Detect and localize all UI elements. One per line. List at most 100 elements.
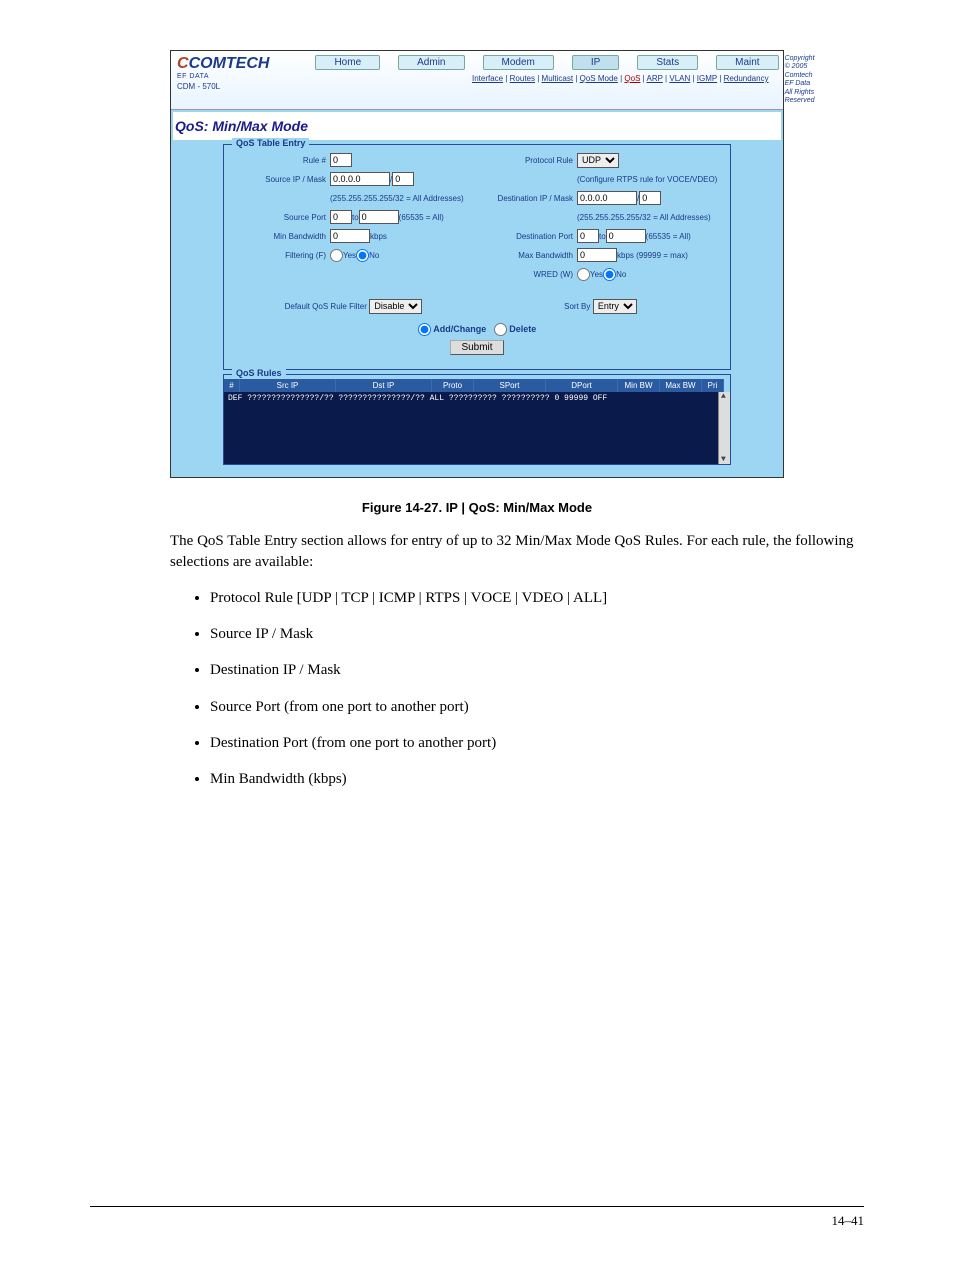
copyright-line: All Rights Reserved	[785, 89, 815, 106]
page-footer: 14–41	[90, 1213, 864, 1229]
content-area: QoS: Min/Max Mode QoS Table Entry Rule #…	[171, 110, 783, 477]
qos-rules-panel: QoS Rules # Src IP Dst IP Proto SPort DP…	[223, 374, 731, 465]
panel-legend: QoS Rules	[232, 368, 286, 378]
add-change-radio[interactable]	[418, 323, 431, 336]
dst-port-a-input[interactable]	[577, 229, 599, 243]
nav-maint[interactable]: Maint	[716, 55, 778, 70]
port-note: (65535 = All)	[646, 232, 691, 241]
add-change-option[interactable]: Add/Change	[418, 324, 487, 334]
min-bw-input[interactable]	[330, 229, 370, 243]
src-mask-input[interactable]	[392, 172, 414, 186]
qos-table-entry-panel: QoS Table Entry Rule # Source IP / Mask …	[223, 144, 731, 370]
sort-by-select[interactable]: Entry	[593, 299, 637, 314]
src-port-label: Source Port	[230, 213, 330, 222]
page-title: QoS: Min/Max Mode	[173, 112, 781, 140]
rules-table-body: DEF ???????????????/?? ???????????????/?…	[224, 392, 730, 464]
dst-port-label: Destination Port	[477, 232, 577, 241]
brand-logo: CCOMTECH EF DATA CDM - 570L	[171, 51, 275, 95]
rules-table-header: # Src IP Dst IP Proto SPort DPort Min BW…	[224, 379, 730, 392]
filter-yes-radio[interactable]	[330, 249, 343, 262]
footer-rule	[90, 1206, 864, 1207]
col-dst-ip: Dst IP	[336, 379, 432, 392]
no-label: No	[616, 270, 626, 279]
nav-home[interactable]: Home	[315, 55, 380, 70]
dst-ip-input[interactable]	[577, 191, 637, 205]
list-item: Destination IP / Mask	[210, 660, 862, 680]
subnav-redundancy[interactable]: Redundancy	[724, 74, 769, 83]
delete-radio[interactable]	[494, 323, 507, 336]
col-min-bw: Min BW	[618, 379, 660, 392]
col-num: #	[224, 379, 240, 392]
dst-mask-input[interactable]	[639, 191, 661, 205]
src-port-b-input[interactable]	[359, 210, 399, 224]
ip-note: (255.255.255.255/32 = All Addresses)	[330, 194, 464, 203]
max-note: kbps (99999 = max)	[617, 251, 688, 260]
app-header: CCOMTECH EF DATA CDM - 570L Home Admin M…	[171, 51, 783, 110]
subnav-vlan[interactable]: VLAN	[669, 74, 690, 83]
no-label: No	[369, 251, 379, 260]
wred-label: WRED (W)	[477, 270, 577, 279]
rule-num-input[interactable]	[330, 153, 352, 167]
src-port-a-input[interactable]	[330, 210, 352, 224]
brand-text: COMTECH	[189, 55, 270, 72]
brand-subtext: EF DATA	[177, 73, 269, 80]
rules-default-row: DEF ???????????????/?? ???????????????/?…	[228, 394, 726, 403]
nav-ip[interactable]: IP	[572, 55, 619, 70]
max-bw-input[interactable]	[577, 248, 617, 262]
src-ip-label: Source IP / Mask	[230, 175, 330, 184]
dst-port-b-input[interactable]	[606, 229, 646, 243]
add-change-label: Add/Change	[433, 324, 486, 334]
list-item: Destination Port (from one port to anoth…	[210, 733, 862, 753]
filter-no-radio[interactable]	[356, 249, 369, 262]
col-src-ip: Src IP	[240, 379, 336, 392]
list-item: Min Bandwidth (kbps)	[210, 769, 862, 789]
model-label: CDM - 570L	[177, 82, 269, 91]
src-ip-input[interactable]	[330, 172, 390, 186]
nav-stats[interactable]: Stats	[637, 55, 698, 70]
main-nav: Home Admin Modem IP Stats Maint	[315, 51, 778, 72]
col-max-bw: Max BW	[660, 379, 702, 392]
page-number: 14–41	[832, 1213, 865, 1229]
copyright-block: Copyright © 2005 Comtech EF Data All Rig…	[779, 51, 821, 109]
subnav-qos[interactable]: QoS	[624, 74, 640, 83]
wred-yes-radio[interactable]	[577, 268, 590, 281]
list-item: Source IP / Mask	[210, 624, 862, 644]
web-interface-screenshot: CCOMTECH EF DATA CDM - 570L Home Admin M…	[170, 50, 784, 478]
col-pri: Pri	[702, 379, 724, 392]
figure-caption: Figure 14-27. IP | QoS: Min/Max Mode	[0, 500, 954, 515]
default-filter-label: Default QoS Rule Filter	[285, 302, 367, 311]
col-proto: Proto	[432, 379, 474, 392]
subnav-interface[interactable]: Interface	[472, 74, 503, 83]
yes-label: Yes	[343, 251, 356, 260]
delete-option[interactable]: Delete	[494, 324, 537, 334]
rule-num-label: Rule #	[230, 156, 330, 165]
dst-ip-label: Destination IP / Mask	[477, 194, 577, 203]
subnav-multicast[interactable]: Multicast	[542, 74, 574, 83]
port-note: (65535 = All)	[399, 213, 444, 222]
list-item: Source Port (from one port to another po…	[210, 697, 862, 717]
yes-label: Yes	[590, 270, 603, 279]
col-sport: SPort	[474, 379, 546, 392]
min-bw-label: Min Bandwidth	[230, 232, 330, 241]
wred-no-radio[interactable]	[603, 268, 616, 281]
protocol-note: (Configure RTPS rule for VOCE/VDEO)	[577, 175, 717, 184]
scrollbar[interactable]	[718, 392, 730, 464]
kbps-label: kbps	[370, 232, 387, 241]
delete-label: Delete	[509, 324, 536, 334]
nav-modem[interactable]: Modem	[483, 55, 554, 70]
protocol-select[interactable]: UDP	[577, 153, 619, 168]
nav-admin[interactable]: Admin	[398, 55, 464, 70]
sort-by-label: Sort By	[564, 302, 590, 311]
protocol-label: Protocol Rule	[477, 156, 577, 165]
submit-button[interactable]: Submit	[450, 340, 503, 355]
list-item: Protocol Rule [UDP | TCP | ICMP | RTPS |…	[210, 588, 862, 608]
copyright-line: Comtech EF Data	[785, 72, 815, 89]
subnav-arp[interactable]: ARP	[647, 74, 663, 83]
subnav-igmp[interactable]: IGMP	[697, 74, 717, 83]
col-dport: DPort	[546, 379, 618, 392]
default-filter-select[interactable]: Disable	[369, 299, 422, 314]
subnav-qos-mode[interactable]: QoS Mode	[580, 74, 618, 83]
subnav-routes[interactable]: Routes	[510, 74, 535, 83]
to-label: to	[599, 232, 606, 241]
to-label: to	[352, 213, 359, 222]
